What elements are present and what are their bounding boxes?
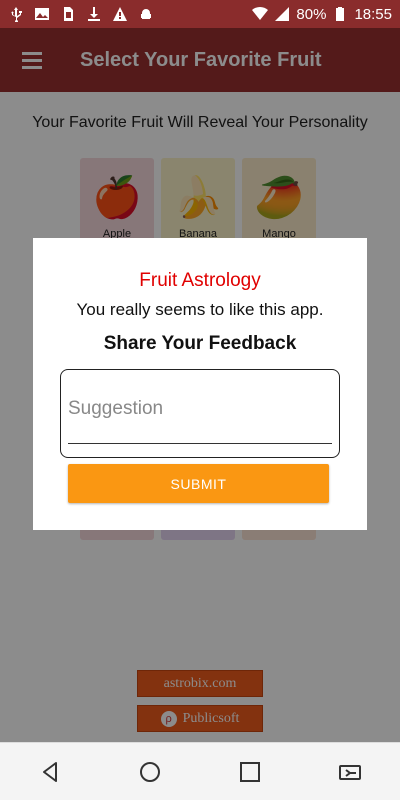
wifi-icon	[252, 6, 269, 22]
dialog-title: Fruit Astrology	[139, 270, 261, 291]
navigation-bar	[0, 742, 400, 800]
back-icon[interactable]	[30, 752, 70, 792]
status-bar: 80% 18:55	[0, 0, 400, 28]
suggestion-input[interactable]	[68, 382, 332, 444]
feedback-dialog: Fruit Astrology You really seems to like…	[33, 238, 367, 530]
download-icon	[86, 6, 102, 22]
battery-percent: 80%	[296, 5, 327, 23]
warning-icon	[112, 6, 128, 22]
image-icon	[34, 6, 50, 22]
clock: 18:55	[354, 5, 392, 23]
screen-switch-icon[interactable]	[330, 752, 370, 792]
dialog-subtitle: Share Your Feedback	[103, 333, 297, 354]
home-icon[interactable]	[130, 752, 170, 792]
recents-icon[interactable]	[230, 752, 270, 792]
submit-button[interactable]: SUBMIT	[68, 464, 329, 503]
status-right: 80% 18:55	[252, 6, 392, 23]
suggestion-box	[60, 369, 340, 458]
dialog-message: You really seems to like this app.	[76, 300, 324, 319]
signal-icon	[274, 6, 290, 22]
usb-icon	[8, 6, 24, 22]
sim-icon	[60, 6, 76, 22]
status-left-icons	[8, 6, 154, 22]
android-debug-icon	[138, 6, 154, 22]
battery-icon	[332, 6, 348, 22]
